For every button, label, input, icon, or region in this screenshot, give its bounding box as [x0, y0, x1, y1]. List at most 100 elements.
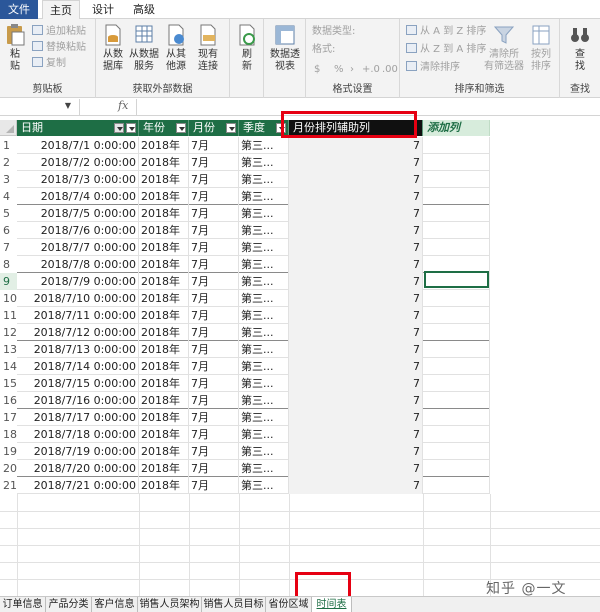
cell-add-column[interactable] [423, 137, 490, 154]
cell-year[interactable]: 2018年 [139, 137, 189, 154]
tab-file[interactable]: 文件 [0, 0, 38, 19]
cell-month[interactable]: 7月 [189, 477, 239, 494]
cell-add-column[interactable] [423, 477, 490, 494]
cell-month[interactable]: 7月 [189, 273, 239, 290]
sheet-tab-orders[interactable]: 订单信息 [0, 597, 46, 612]
cell-month[interactable]: 7月 [189, 409, 239, 426]
cell-year[interactable]: 2018年 [139, 307, 189, 324]
cell-quarter[interactable]: 第三... [239, 358, 289, 375]
cell-helper[interactable]: 7 [289, 205, 423, 222]
row-number[interactable]: 3 [0, 171, 17, 188]
cell-quarter[interactable]: 第三... [239, 426, 289, 443]
clear-all-filters-button[interactable]: 清除所 有筛选器 [484, 23, 524, 73]
row-number[interactable]: 14 [0, 358, 17, 375]
cell-helper[interactable]: 7 [289, 358, 423, 375]
sheet-tab-sales-targets[interactable]: 销售人员目标 [202, 597, 266, 612]
cell-quarter[interactable]: 第三... [239, 307, 289, 324]
cell-helper[interactable]: 7 [289, 222, 423, 239]
cell-helper[interactable]: 7 [289, 154, 423, 171]
cell-helper[interactable]: 7 [289, 409, 423, 426]
cell-helper[interactable]: 7 [289, 443, 423, 460]
cell-quarter[interactable]: 第三... [239, 477, 289, 494]
cell-month[interactable]: 7月 [189, 392, 239, 409]
cell-month[interactable]: 7月 [189, 154, 239, 171]
cell-year[interactable]: 2018年 [139, 409, 189, 426]
cell-year[interactable]: 2018年 [139, 460, 189, 477]
cell-quarter[interactable]: 第三... [239, 154, 289, 171]
cell-year[interactable]: 2018年 [139, 171, 189, 188]
cell-add-column[interactable] [423, 358, 490, 375]
refresh-button[interactable]: 刷 新 [234, 23, 260, 73]
cell-month[interactable]: 7月 [189, 137, 239, 154]
cell-date[interactable]: 2018/7/1 0:00:00 [17, 137, 139, 154]
cell-date[interactable]: 2018/7/14 0:00:00 [17, 358, 139, 375]
sheet-tab-customers[interactable]: 客户信息 [92, 597, 138, 612]
cell-date[interactable]: 2018/7/5 0:00:00 [17, 205, 139, 222]
cell-helper[interactable]: 7 [289, 307, 423, 324]
fx-icon[interactable]: fx [118, 99, 128, 112]
cell-quarter[interactable]: 第三... [239, 290, 289, 307]
cell-helper[interactable]: 7 [289, 171, 423, 188]
cell-date[interactable]: 2018/7/11 0:00:00 [17, 307, 139, 324]
cell-month[interactable]: 7月 [189, 188, 239, 205]
cell-quarter[interactable]: 第三... [239, 392, 289, 409]
cell-add-column[interactable] [423, 443, 490, 460]
cell-quarter[interactable]: 第三... [239, 375, 289, 392]
cell-helper[interactable]: 7 [289, 137, 423, 154]
sheet-tab-time-table[interactable]: 时间表 [312, 597, 352, 612]
row-number[interactable]: 1 [0, 137, 17, 154]
year-filter-icon[interactable] [176, 123, 186, 133]
cell-helper[interactable]: 7 [289, 239, 423, 256]
name-box[interactable]: ▼ [0, 99, 80, 115]
cell-add-column[interactable] [423, 222, 490, 239]
cell-quarter[interactable]: 第三... [239, 443, 289, 460]
cell-month[interactable]: 7月 [189, 171, 239, 188]
cell-year[interactable]: 2018年 [139, 222, 189, 239]
select-all-corner[interactable] [0, 120, 17, 136]
find-button[interactable]: 查 找 [566, 23, 594, 73]
cell-month[interactable]: 7月 [189, 307, 239, 324]
cell-helper[interactable]: 7 [289, 392, 423, 409]
cell-date[interactable]: 2018/7/8 0:00:00 [17, 256, 139, 273]
from-data-service-button[interactable]: 从数据 服务 [128, 23, 160, 73]
append-paste-button[interactable]: 追加粘贴 [32, 25, 86, 39]
cell-year[interactable]: 2018年 [139, 358, 189, 375]
cell-date[interactable]: 2018/7/12 0:00:00 [17, 324, 139, 341]
sort-z-to-a-button[interactable]: 从 Z 到 A 排序 [406, 43, 486, 57]
row-number[interactable]: 6 [0, 222, 17, 239]
cell-quarter[interactable]: 第三... [239, 205, 289, 222]
row-number[interactable]: 13 [0, 341, 17, 358]
cell-helper[interactable]: 7 [289, 341, 423, 358]
row-number[interactable]: 16 [0, 392, 17, 409]
cell-date[interactable]: 2018/7/18 0:00:00 [17, 426, 139, 443]
cell-date[interactable]: 2018/7/3 0:00:00 [17, 171, 139, 188]
row-number[interactable]: 19 [0, 443, 17, 460]
cell-date[interactable]: 2018/7/6 0:00:00 [17, 222, 139, 239]
sort-by-column-button[interactable]: 按列 排序 [526, 23, 556, 73]
cell-quarter[interactable]: 第三... [239, 460, 289, 477]
row-number[interactable]: 15 [0, 375, 17, 392]
row-number[interactable]: 12 [0, 324, 17, 341]
row-number[interactable]: 5 [0, 205, 17, 222]
format-dropdown[interactable]: 格式: [312, 43, 335, 57]
from-other-sources-button[interactable]: 从其 他源 [162, 23, 190, 73]
cell-add-column[interactable] [423, 154, 490, 171]
cell-add-column[interactable] [423, 392, 490, 409]
paste-button[interactable]: 粘 贴 [4, 23, 26, 73]
pivot-table-button[interactable]: 数据透 视表 [268, 23, 302, 73]
row-number[interactable]: 2 [0, 154, 17, 171]
cell-date[interactable]: 2018/7/16 0:00:00 [17, 392, 139, 409]
cell-add-column[interactable] [423, 307, 490, 324]
cell-add-column[interactable] [423, 375, 490, 392]
date-filter-icon[interactable] [126, 123, 136, 133]
cell-helper[interactable]: 7 [289, 460, 423, 477]
row-number[interactable]: 17 [0, 409, 17, 426]
sheet-tab-sales-structure[interactable]: 销售人员架构 [138, 597, 202, 612]
cell-quarter[interactable]: 第三... [239, 188, 289, 205]
month-filter-icon[interactable] [226, 123, 236, 133]
cell-year[interactable]: 2018年 [139, 341, 189, 358]
row-number[interactable]: 11 [0, 307, 17, 324]
cell-year[interactable]: 2018年 [139, 392, 189, 409]
row-number[interactable]: 9 [0, 273, 17, 290]
cell-add-column[interactable] [423, 409, 490, 426]
